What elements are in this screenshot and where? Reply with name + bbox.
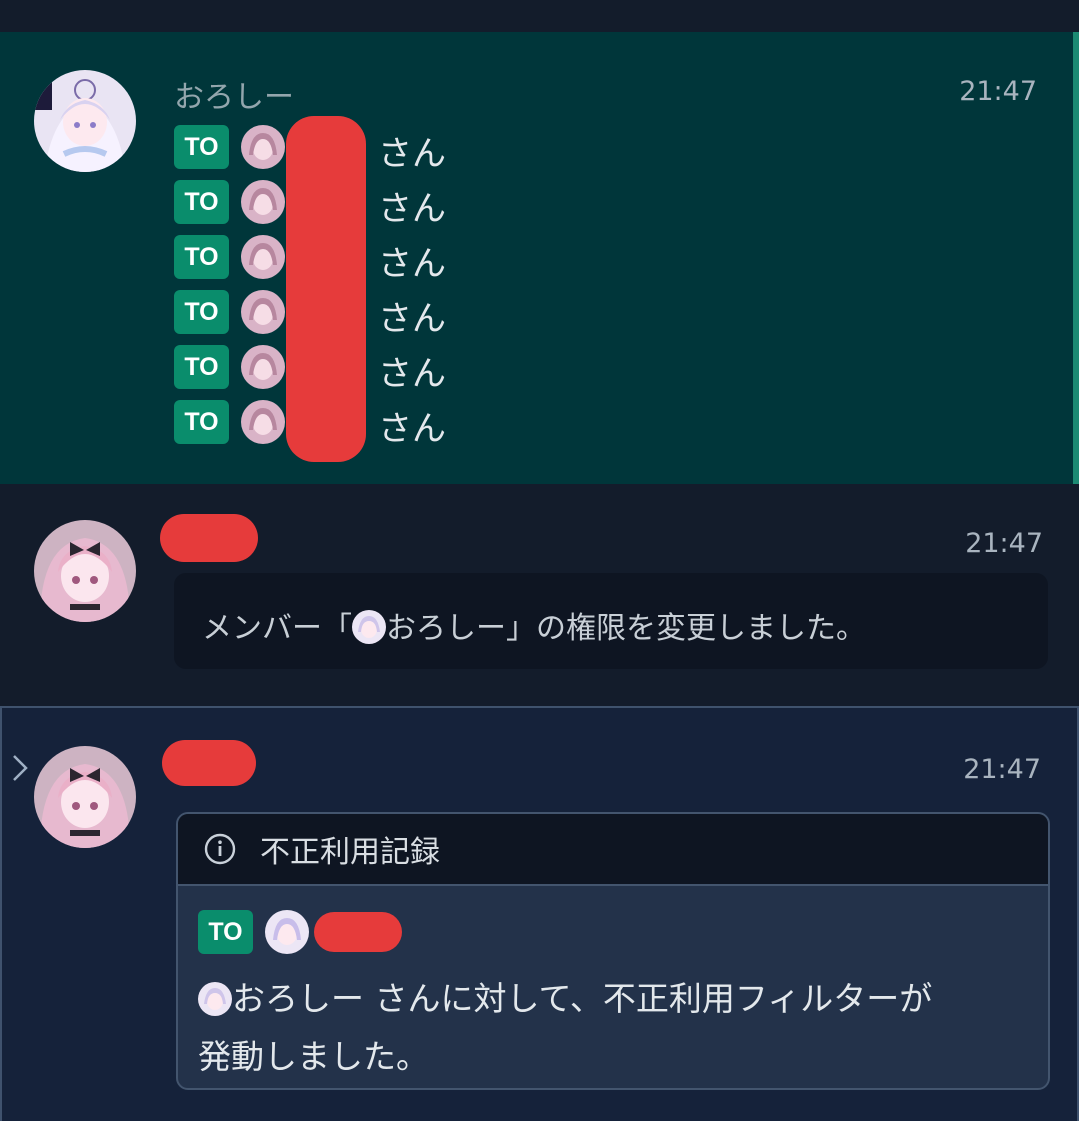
alert-title: 不正利用記録 (260, 835, 440, 870)
sender-name: おろしー (174, 80, 294, 115)
redaction-mark (162, 740, 256, 786)
message-text-before: メンバー「 (202, 611, 352, 646)
message-text-after: 」の権限を変更しました。 (506, 611, 866, 646)
redaction-mark (314, 912, 402, 952)
mention-suffix: さん (378, 409, 446, 449)
message-time: 21:47 (965, 528, 1043, 559)
fraud-alert-card: 不正利用記録 TO おろしー さんに対して、不正利用フィルターが 発動しました。 (176, 812, 1050, 1090)
member-name: おろしー (386, 611, 506, 646)
message-time: 21:47 (959, 76, 1037, 107)
mention-avatar (241, 345, 285, 389)
info-circle-icon (204, 833, 236, 865)
alert-line1-rest: さんに対して、不正利用フィルターが (364, 979, 933, 1018)
message-system[interactable]: 21:47 メンバー「 おろしー」の権限を変更しました。 (0, 484, 1079, 706)
inline-avatar (352, 610, 386, 644)
system-message-bubble: メンバー「 おろしー」の権限を変更しました。 (174, 573, 1048, 669)
mention-suffix: さん (378, 189, 446, 229)
message-highlighted[interactable]: おろしー 21:47 TO さん TO さん TO さん TO さん TO さん (0, 32, 1079, 484)
mention-row[interactable]: TO (174, 289, 285, 335)
message-selected[interactable]: 21:47 不正利用記録 TO おろしー さんに対して、不正利用フィルターが 発… (0, 706, 1079, 1121)
top-bar (0, 0, 1079, 32)
mention-row[interactable]: TO (198, 910, 309, 954)
mention-avatar (241, 125, 285, 169)
mention-avatar (241, 290, 285, 334)
redaction-mark (160, 514, 258, 562)
to-badge: TO (174, 180, 229, 224)
to-badge: TO (174, 400, 229, 444)
sender-avatar[interactable] (34, 520, 136, 622)
mention-row[interactable]: TO (174, 399, 285, 445)
message-time: 21:47 (963, 754, 1041, 785)
mention-row[interactable]: TO (174, 344, 285, 390)
to-badge: TO (174, 125, 229, 169)
to-badge: TO (174, 290, 229, 334)
sender-avatar[interactable] (34, 70, 136, 172)
mention-avatar (241, 400, 285, 444)
mention-suffix: さん (378, 299, 446, 339)
redaction-mark (286, 116, 366, 462)
chevron-right-icon[interactable] (10, 750, 30, 786)
mention-row[interactable]: TO (174, 124, 285, 170)
to-badge: TO (174, 345, 229, 389)
mention-row[interactable]: TO (174, 234, 285, 280)
alert-header: 不正利用記録 (178, 814, 1048, 886)
sender-avatar[interactable] (34, 746, 136, 848)
mention-avatar (241, 235, 285, 279)
mention-suffix: さん (378, 244, 446, 284)
mention-row[interactable]: TO (174, 179, 285, 225)
mention-avatar (241, 180, 285, 224)
inline-avatar (198, 982, 232, 1016)
alert-line2: 発動しました。 (198, 1037, 429, 1076)
to-badge: TO (198, 910, 253, 954)
member-name: おろしー (232, 979, 364, 1018)
mention-avatar (265, 910, 309, 954)
to-badge: TO (174, 235, 229, 279)
alert-message: おろしー さんに対して、不正利用フィルターが 発動しました。 (198, 970, 1018, 1086)
mention-suffix: さん (378, 134, 446, 174)
mention-suffix: さん (378, 354, 446, 394)
